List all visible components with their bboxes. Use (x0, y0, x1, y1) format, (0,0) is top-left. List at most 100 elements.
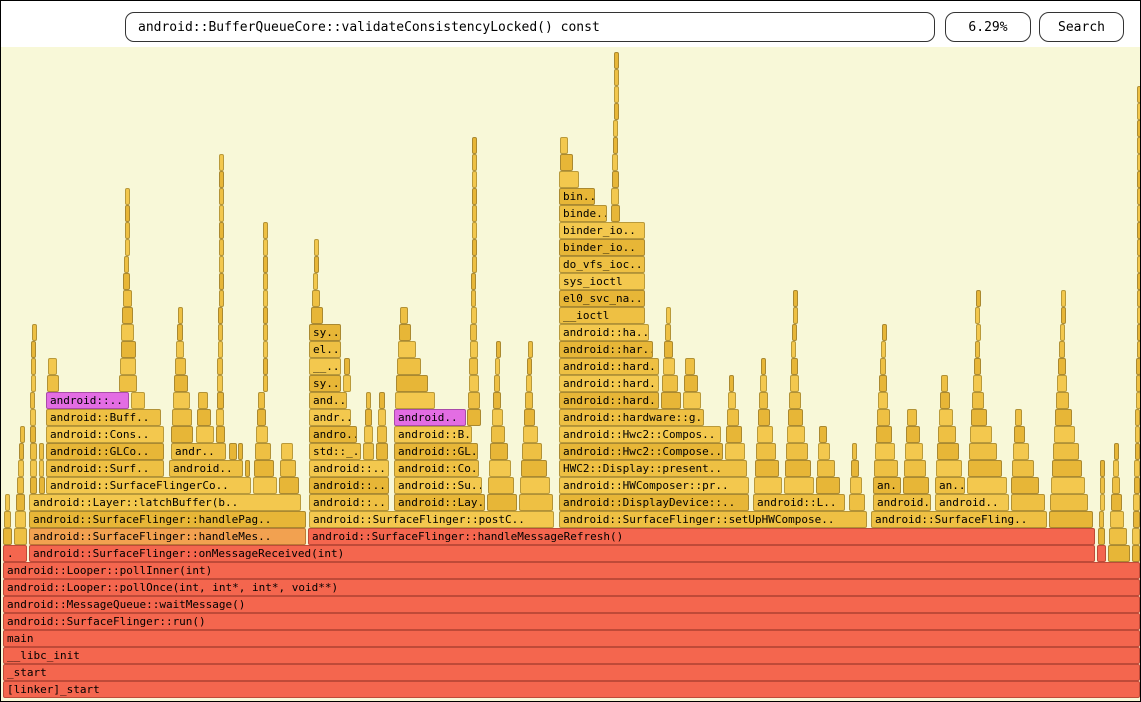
flame-frame[interactable] (905, 443, 923, 460)
flame-frame[interactable] (661, 392, 681, 409)
flame-frame[interactable] (757, 426, 773, 443)
flame-frame[interactable] (524, 409, 535, 426)
flame-frame[interactable] (219, 171, 224, 188)
flame-frame[interactable] (1137, 103, 1141, 120)
flame-frame[interactable] (1109, 528, 1127, 545)
flame-frame[interactable]: android::SurfaceFlinger::handleMes.. (29, 528, 306, 545)
flame-frame[interactable] (5, 494, 10, 511)
flame-frame[interactable] (785, 460, 811, 477)
flame-frame[interactable] (559, 171, 579, 188)
flame-frame[interactable] (664, 341, 673, 358)
flame-frame[interactable] (938, 426, 956, 443)
flame-frame[interactable] (611, 188, 619, 205)
flame-frame[interactable] (969, 443, 997, 460)
flame-frame[interactable] (907, 409, 917, 426)
flame-frame[interactable] (245, 460, 250, 477)
flame-frame[interactable] (399, 324, 411, 341)
flame-frame[interactable] (818, 443, 830, 460)
flame-frame[interactable] (217, 375, 223, 392)
flame-frame[interactable] (662, 375, 678, 392)
flame-frame[interactable] (974, 358, 981, 375)
flame-frame[interactable] (613, 120, 618, 137)
flame-frame[interactable] (612, 154, 618, 171)
flame-frame[interactable] (119, 375, 137, 392)
flame-frame[interactable] (975, 341, 980, 358)
flame-frame[interactable] (398, 341, 416, 358)
flame-frame[interactable] (131, 392, 145, 409)
flame-frame[interactable] (125, 188, 130, 205)
flame-frame[interactable]: android::SurfaceFlinger::postC.. (309, 511, 554, 528)
flame-frame[interactable] (125, 239, 130, 256)
flame-frame[interactable] (218, 324, 223, 341)
flame-frame[interactable] (1110, 511, 1124, 528)
flame-frame[interactable] (254, 460, 274, 477)
flame-frame[interactable] (263, 341, 268, 358)
flame-frame[interactable] (1136, 375, 1141, 392)
flame-frame[interactable]: an. (873, 477, 901, 494)
flame-frame[interactable] (489, 460, 511, 477)
flame-frame[interactable] (876, 426, 892, 443)
flame-frame[interactable] (525, 392, 533, 409)
flame-frame[interactable] (396, 375, 428, 392)
flame-frame[interactable] (263, 290, 268, 307)
flame-frame[interactable] (472, 154, 477, 171)
flame-frame[interactable] (218, 307, 223, 324)
flame-frame[interactable] (1061, 307, 1066, 324)
flame-frame[interactable]: android::hard.. (559, 358, 659, 375)
flame-frame[interactable] (881, 341, 886, 358)
flame-frame[interactable] (495, 358, 500, 375)
flame-frame[interactable] (196, 426, 214, 443)
flame-frame[interactable] (906, 426, 920, 443)
flame-frame[interactable] (1100, 460, 1105, 477)
flame-frame[interactable] (121, 341, 136, 358)
flame-frame[interactable]: android::DisplayDevice::.. (559, 494, 749, 511)
flame-frame[interactable] (30, 426, 36, 443)
flame-frame[interactable]: binder_io.. (559, 222, 645, 239)
flame-frame[interactable] (1058, 358, 1066, 375)
flame-frame[interactable] (1049, 511, 1093, 528)
flame-frame[interactable]: sys_ioctl (559, 273, 645, 290)
flame-frame[interactable]: sy.. (309, 375, 341, 392)
flame-frame[interactable]: binder_io.. (559, 239, 645, 256)
flame-frame[interactable] (125, 205, 130, 222)
flame-frame[interactable] (849, 494, 865, 511)
flame-frame[interactable] (937, 443, 959, 460)
flame-frame[interactable]: bin.. (559, 188, 595, 205)
flame-frame[interactable] (31, 375, 36, 392)
flame-frame[interactable] (968, 460, 1002, 477)
flame-frame[interactable] (376, 443, 388, 460)
flame-frame[interactable]: android::Su.. (394, 477, 482, 494)
flame-frame[interactable] (366, 392, 371, 409)
flame-frame[interactable]: android::SurfaceFlinger::handleMessageRe… (308, 528, 1095, 545)
flame-frame[interactable] (756, 443, 776, 460)
flame-frame[interactable] (1113, 460, 1119, 477)
flame-frame[interactable] (20, 426, 25, 443)
flame-frame[interactable] (612, 171, 619, 188)
flame-frame[interactable] (198, 392, 208, 409)
flame-frame[interactable] (1132, 528, 1140, 545)
flame-frame[interactable] (343, 375, 351, 392)
flame-frame[interactable] (967, 477, 1007, 494)
flame-frame[interactable] (758, 409, 770, 426)
flame-frame[interactable] (263, 324, 268, 341)
flame-frame[interactable] (263, 273, 268, 290)
flame-frame[interactable] (877, 409, 890, 426)
flame-frame[interactable] (48, 358, 57, 375)
flame-frame[interactable] (522, 443, 542, 460)
flame-frame[interactable] (816, 477, 840, 494)
flame-frame[interactable] (123, 273, 130, 290)
flame-frame[interactable] (1060, 324, 1065, 341)
flame-frame[interactable] (1132, 545, 1140, 562)
flame-frame[interactable] (1136, 392, 1141, 409)
flame-frame[interactable] (614, 52, 619, 69)
flame-frame[interactable] (1133, 494, 1140, 511)
flame-frame[interactable] (263, 375, 268, 392)
flame-frame[interactable]: android::hardware::g.. (559, 409, 704, 426)
flame-frame[interactable] (852, 443, 857, 460)
flame-frame[interactable] (488, 477, 514, 494)
flame-frame[interactable]: el0_svc_na.. (559, 290, 645, 307)
flame-frame[interactable] (1137, 324, 1141, 341)
flame-frame[interactable]: android::.. (309, 460, 389, 477)
flame-frame[interactable] (520, 477, 550, 494)
flame-frame[interactable] (219, 290, 224, 307)
